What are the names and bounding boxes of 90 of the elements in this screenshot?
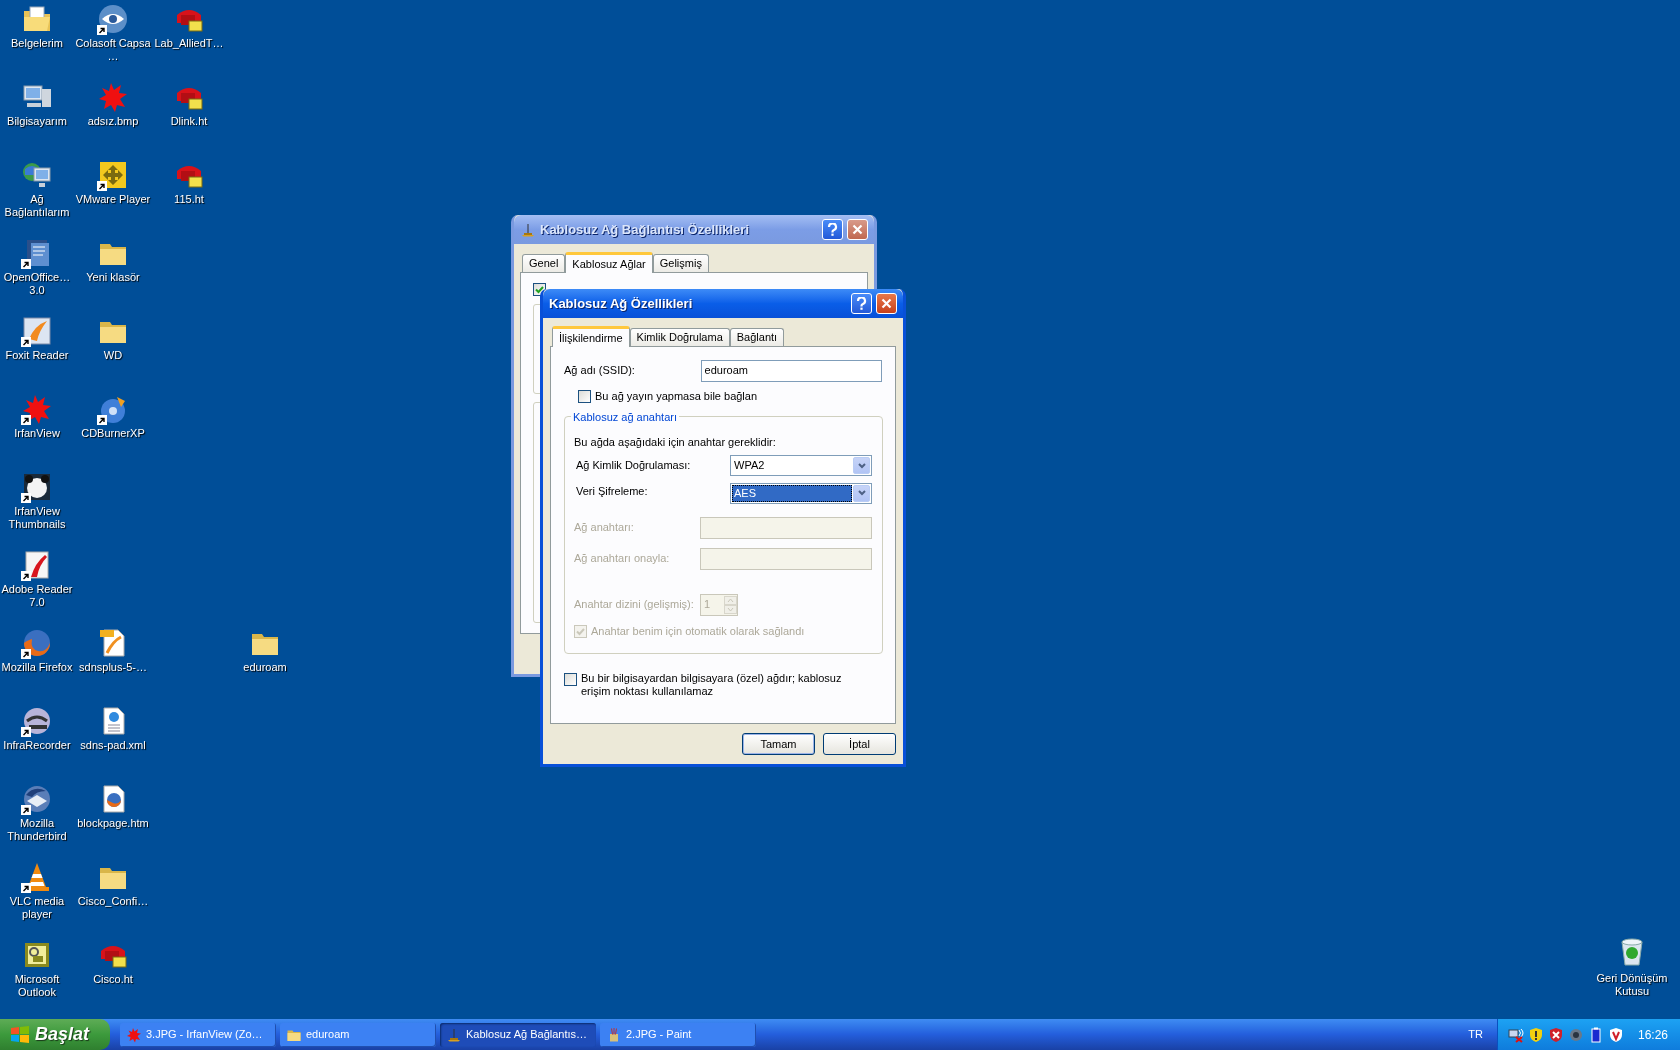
- field-label: Ağ anahtarı onayla:: [574, 551, 671, 567]
- desktop-shortcut[interactable]: Adobe Reader 7.0: [0, 546, 75, 624]
- check-icon: [576, 627, 585, 636]
- tab[interactable]: Bağlantı: [729, 328, 785, 346]
- desktop-shortcut[interactable]: Dlink.ht: [151, 78, 227, 156]
- tab[interactable]: Kimlik Doğrulama: [629, 328, 730, 346]
- tab[interactable]: Gelişmiş: [652, 254, 709, 272]
- desktop-shortcut[interactable]: InfraRecorder: [0, 702, 75, 780]
- fox-globe-icon: [21, 627, 53, 659]
- arrows-square-icon: [97, 159, 129, 191]
- text-field[interactable]: eduroam: [700, 359, 882, 382]
- question-mark-icon: [827, 223, 838, 236]
- checkbox-label: Anahtar benim için otomatik olarak sağlandı: [591, 624, 805, 640]
- swoosh-icon: [21, 315, 53, 347]
- desktop-shortcut[interactable]: sdns-pad.xml: [75, 702, 151, 780]
- close-icon: [881, 298, 892, 309]
- language-indicator[interactable]: TR: [1468, 1026, 1483, 1043]
- disc-logo-icon: [21, 705, 53, 737]
- taskbar-button[interactable]: eduroam: [280, 1022, 436, 1047]
- desktop-shortcut[interactable]: Mozilla Thunderbird: [0, 780, 75, 858]
- desktop-shortcut[interactable]: Bilgisayarım: [0, 78, 75, 156]
- checkbox-label: Bu ağ yayın yapmasa bile bağlan: [595, 388, 758, 404]
- desktop-shortcut[interactable]: Yeni klasör: [75, 234, 151, 312]
- desktop-shortcut[interactable]: Lab_AlliedT…: [151, 0, 227, 78]
- close-button[interactable]: [847, 219, 868, 240]
- field-label: Anahtar dizini (gelişmiş):: [574, 597, 695, 613]
- panda-icon: [21, 471, 53, 503]
- group-note: Bu ağda aşağıdaki için anahtar gereklidir:: [574, 435, 777, 450]
- desktop-shortcut[interactable]: Colasoft Capsa …: [75, 0, 151, 78]
- splat-icon: [126, 1026, 142, 1043]
- desktop-shortcut[interactable]: Mozilla Firefox: [0, 624, 75, 702]
- tab[interactable]: İlişkilendirme: [552, 326, 630, 347]
- desktop-shortcut[interactable]: CDBurnerXP: [75, 390, 151, 468]
- desktop-shortcut[interactable]: blockpage.htm: [75, 780, 151, 858]
- round-device-icon[interactable]: [1567, 1026, 1584, 1043]
- help-button[interactable]: [851, 293, 872, 314]
- window-title: Kablosuz Ağ Özellikleri: [549, 294, 694, 313]
- desktop-shortcut[interactable]: VLC media player: [0, 858, 75, 936]
- help-button[interactable]: [822, 219, 843, 240]
- desktop-shortcut[interactable]: 115.ht: [151, 156, 227, 234]
- desktop-shortcut[interactable]: adsız.bmp: [75, 78, 151, 156]
- field-label: Ağ adı (SSID):: [564, 363, 636, 379]
- dropdown[interactable]: AES: [730, 482, 872, 504]
- clock: 16:26: [1637, 1026, 1668, 1044]
- shield-icon[interactable]: [1607, 1026, 1624, 1043]
- desktop-shortcut[interactable]: Foxit Reader: [0, 312, 75, 390]
- field-label: Ağ Kimlik Doğrulaması:: [575, 458, 692, 474]
- desktop-shortcut[interactable]: Cisco.ht: [75, 936, 151, 1014]
- tab[interactable]: Genel: [522, 254, 566, 272]
- window-title: Kablosuz Ağ Bağlantısı Özellikleri: [540, 220, 750, 239]
- bird-globe-icon: [21, 783, 53, 815]
- desktop-shortcut[interactable]: sdnsplus-5-…: [75, 624, 151, 702]
- tab[interactable]: Kablosuz Ağlar: [565, 252, 653, 273]
- splat-icon: [97, 81, 129, 113]
- desktop-shortcut[interactable]: WD: [75, 312, 151, 390]
- dialog-button[interactable]: İptal: [823, 733, 896, 755]
- desktop-shortcut[interactable]: IrfanView Thumbnails: [0, 468, 75, 546]
- eye-disc-icon: [97, 3, 129, 35]
- antenna-icon: [520, 221, 536, 238]
- recycle-bin[interactable]: Geri Dönüşüm Kutusu: [1592, 936, 1672, 998]
- dropdown[interactable]: WPA2: [730, 455, 872, 476]
- taskbar-button[interactable]: Kablosuz Ağ Bağlantıs…: [440, 1022, 596, 1047]
- alert-shield-icon[interactable]: [1547, 1026, 1564, 1043]
- windows-flag-icon: [10, 1024, 30, 1045]
- field-label: Ağ anahtarı:: [574, 520, 635, 536]
- splat-icon: [21, 393, 53, 425]
- question-mark-icon: [856, 297, 867, 310]
- checkbox[interactable]: [578, 389, 591, 403]
- antenna-icon: [446, 1026, 462, 1043]
- desktop-shortcut[interactable]: Cisco_Confi…: [75, 858, 151, 936]
- desktop-shortcut[interactable]: Belgelerim: [0, 0, 75, 78]
- taskbar-button[interactable]: 2.JPG - Paint: [600, 1022, 756, 1047]
- check-icon: [535, 285, 544, 294]
- checkbox[interactable]: [564, 673, 577, 686]
- start-button[interactable]: Başlat: [0, 1019, 110, 1050]
- taskbar-button[interactable]: 3.JPG - IrfanView (Zo…: [120, 1022, 276, 1047]
- dialog-button[interactable]: Tamam: [742, 733, 815, 755]
- desktop-shortcut[interactable]: IrfanView: [0, 390, 75, 468]
- close-button[interactable]: [876, 293, 897, 314]
- desktop-shortcut[interactable]: OpenOffice… 3.0: [0, 234, 75, 312]
- field-label: Veri Şifreleme:: [575, 483, 649, 499]
- desktop-shortcut[interactable]: Ağ Bağlantılarım: [0, 156, 75, 234]
- close-icon: [852, 224, 863, 235]
- network-error-icon[interactable]: [1507, 1026, 1524, 1043]
- checkbox-label: Bu bir bilgisayardan bilgisayara (özel) ağdır; kablosuz erişim noktası kullanılamaz: [581, 672, 843, 698]
- spin-arrows-icon: [724, 595, 737, 614]
- warning-shield-icon[interactable]: [1527, 1026, 1544, 1043]
- desktop-shortcut[interactable]: Microsoft Outlook: [0, 936, 75, 1014]
- desktop-shortcut[interactable]: VMware Player: [75, 156, 151, 234]
- desktop-shortcut[interactable]: eduroam: [227, 624, 303, 702]
